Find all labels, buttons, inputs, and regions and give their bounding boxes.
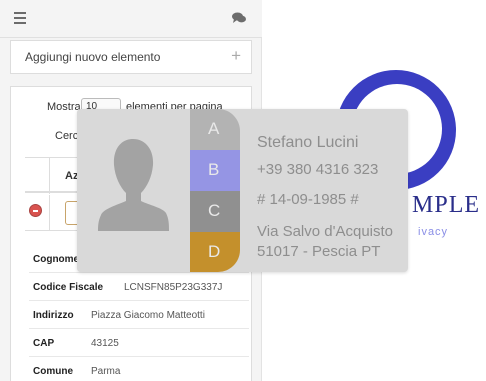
contact-phone: +39 380 4316 323 [257,161,379,178]
contact-address-line2: 51017 - Pescia PT [257,243,381,260]
plus-icon[interactable]: + [231,46,241,66]
contact-tabs: A B C D [190,109,240,272]
detail-key: Indirizzo [33,310,74,321]
comments-icon[interactable] [232,12,246,24]
detail-value: Parma [91,366,121,377]
logo-subtext: ivacy [418,226,449,238]
contact-birthdate: # 14-09-1985 # [257,191,359,208]
contact-address-line1: Via Salvo d'Acquisto [257,223,394,240]
detail-value: 43125 [91,338,119,349]
avatar [77,109,190,272]
detail-key: Comune [33,366,73,377]
top-bar [0,0,262,38]
show-label: Mostra [47,101,81,113]
detail-key: Codice Fiscale [33,282,104,293]
collapse-row-icon[interactable] [29,204,42,217]
add-new-item-label: Aggiungi nuovo elemento [25,50,161,64]
detail-key: CAP [33,338,55,349]
screen: Aggiungi nuovo elemento + Mostra 10 elem… [0,0,486,381]
tab-d[interactable]: D [190,232,240,272]
detail-value: Piazza Giacomo Matteotti [91,310,205,321]
add-new-item-panel[interactable]: Aggiungi nuovo elemento + [10,40,252,74]
detail-row-codice-fiscale: Codice Fiscale LCNSFN85P23G337J [29,273,249,301]
detail-value: LCNSFN85P23G337J [124,282,223,293]
contact-card: A B C D Stefano Lucini +39 380 4316 323 … [77,109,408,272]
contact-name: Stefano Lucini [257,134,359,151]
tab-c[interactable]: C [190,191,240,232]
tab-b[interactable]: B [190,150,240,191]
user-silhouette-icon [98,139,169,231]
detail-key: Cognome [33,254,80,265]
detail-row-comune: Comune Parma [29,357,249,381]
tab-a[interactable]: A [190,109,240,150]
detail-row-indirizzo: Indirizzo Piazza Giacomo Matteotti [29,301,249,329]
detail-row-cap: CAP 43125 [29,329,249,357]
logo-text: MPLE [412,192,481,218]
hamburger-icon[interactable] [14,12,26,24]
